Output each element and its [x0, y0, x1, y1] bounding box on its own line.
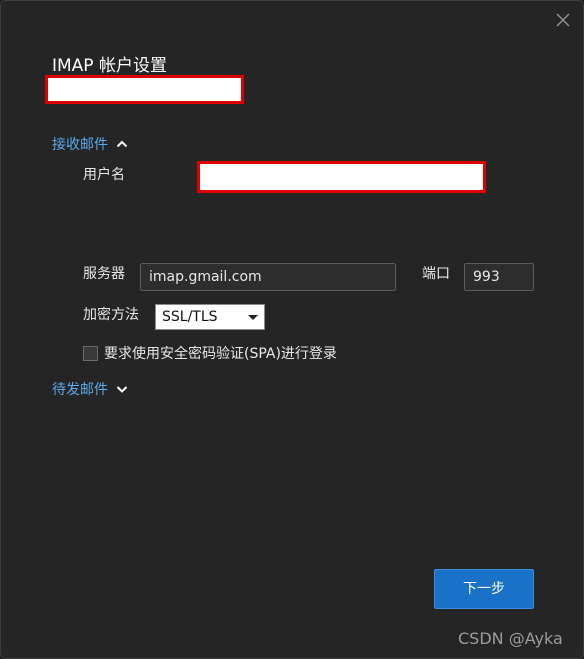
username-label: 用户名: [83, 167, 125, 183]
spa-checkbox-row[interactable]: 要求使用安全密码验证(SPA)进行登录: [83, 343, 337, 363]
redacted-email: [45, 75, 244, 104]
spa-checkbox[interactable]: [83, 345, 98, 361]
close-icon-glyph: [556, 13, 570, 27]
imap-settings-dialog: IMAP 帐户设置 接收邮件 用户名 服务器 imap.gmail.com 端口…: [0, 0, 584, 659]
incoming-mail-toggle[interactable]: 接收邮件: [52, 134, 130, 154]
chevron-down-icon: [116, 386, 128, 393]
server-label: 服务器: [83, 266, 125, 282]
close-icon[interactable]: [553, 10, 573, 30]
caret-down-icon: [248, 315, 258, 320]
next-button[interactable]: 下一步: [434, 569, 534, 609]
encryption-label: 加密方法: [83, 307, 139, 323]
outgoing-mail-label: 待发邮件: [52, 382, 108, 398]
encryption-select-value: SSL/TLS: [162, 309, 218, 325]
server-input[interactable]: imap.gmail.com: [140, 263, 396, 291]
spa-checkbox-label: 要求使用安全密码验证(SPA)进行登录: [104, 346, 337, 362]
watermark: CSDN @Ayka: [458, 629, 563, 648]
port-label: 端口: [422, 266, 450, 282]
dialog-title: IMAP 帐户设置: [52, 56, 167, 76]
port-input[interactable]: 993: [464, 263, 534, 291]
incoming-mail-label: 接收邮件: [52, 137, 108, 153]
chevron-up-icon: [116, 140, 128, 148]
encryption-select[interactable]: SSL/TLS: [155, 304, 265, 330]
username-field-redacted[interactable]: [197, 161, 486, 193]
outgoing-mail-toggle[interactable]: 待发邮件: [52, 379, 130, 399]
